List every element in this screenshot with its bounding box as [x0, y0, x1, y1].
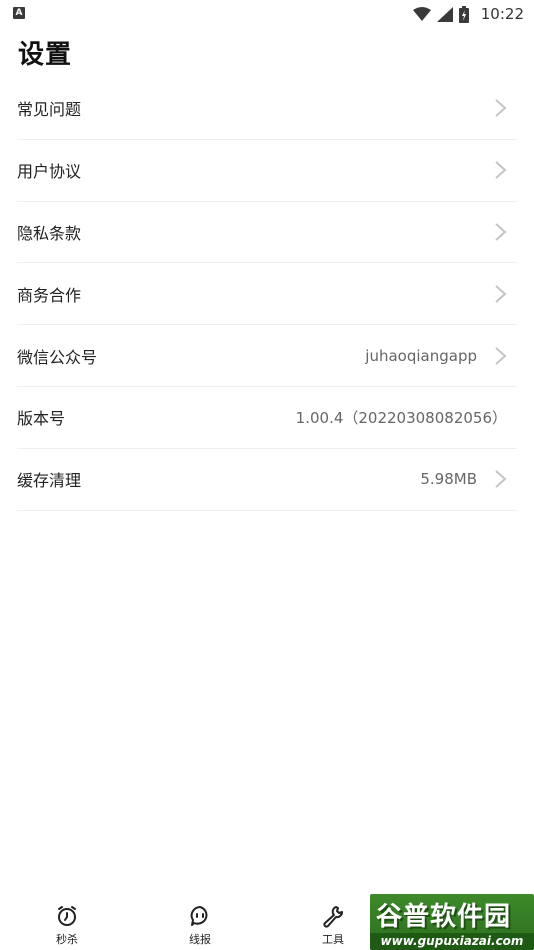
settings-item-label: 版本号: [17, 409, 66, 429]
settings-item-value: 1.00.4（20220308082056）: [295, 408, 507, 427]
chevron-right-icon: [495, 223, 507, 241]
settings-item-label: 用户协议: [17, 162, 82, 182]
settings-item-privacy[interactable]: 隐私条款: [17, 202, 517, 264]
notification-badge: A: [13, 7, 25, 19]
settings-item-label: 隐私条款: [17, 223, 82, 243]
settings-item-business[interactable]: 商务合作: [17, 263, 517, 326]
settings-item-value: juhaoqiangapp: [365, 346, 477, 365]
battery-charging-icon: [458, 5, 469, 23]
tab-deals[interactable]: 线报: [170, 904, 230, 947]
cellular-signal-icon: [436, 6, 453, 22]
watermark-url-text: www.gupuxiazai.com: [370, 933, 534, 950]
status-time: 10:22: [480, 5, 524, 23]
page-title: 设置: [18, 40, 73, 70]
status-bar: A 10:22: [0, 0, 534, 28]
chevron-right-icon: [495, 346, 507, 365]
tab-flash-sale[interactable]: 秒杀: [37, 904, 97, 947]
settings-item-version: 版本号 1.00.4（20220308082056）: [17, 387, 517, 449]
chevron-right-icon: [495, 161, 507, 179]
settings-item-label: 常见问题: [17, 100, 82, 120]
status-icons: 10:22: [412, 4, 524, 24]
settings-item-value: 5.98MB: [420, 470, 477, 489]
settings-item-user-agreement[interactable]: 用户协议: [17, 140, 517, 202]
settings-item-label: 微信公众号: [17, 347, 98, 367]
settings-item-faq[interactable]: 常见问题: [17, 78, 517, 140]
wifi-icon: [412, 7, 431, 21]
settings-item-clear-cache[interactable]: 缓存清理 5.98MB: [17, 449, 517, 511]
settings-item-label: 缓存清理: [17, 471, 82, 491]
tab-tools[interactable]: 工具: [303, 904, 363, 947]
alarm-clock-icon: [58, 906, 76, 926]
chat-bubble-icon: [190, 906, 208, 926]
tab-label: 线报: [189, 933, 211, 946]
watermark-main-text: 谷普软件园: [376, 902, 512, 932]
chevron-right-icon: [495, 99, 507, 118]
tab-label: 工具: [322, 933, 344, 946]
chevron-right-icon: [495, 470, 507, 488]
watermark-logo: 谷普软件园 www.gupuxiazai.com: [370, 894, 534, 950]
settings-item-wechat[interactable]: 微信公众号 juhaoqiangapp: [17, 325, 517, 387]
tab-label: 秒杀: [56, 933, 78, 946]
wrench-icon: [323, 906, 343, 928]
settings-item-label: 商务合作: [17, 285, 82, 305]
chevron-right-icon: [495, 285, 507, 303]
settings-list: 常见问题 用户协议 隐私条款 商务合作 微信公众号 juhaoqiangapp …: [17, 78, 517, 511]
